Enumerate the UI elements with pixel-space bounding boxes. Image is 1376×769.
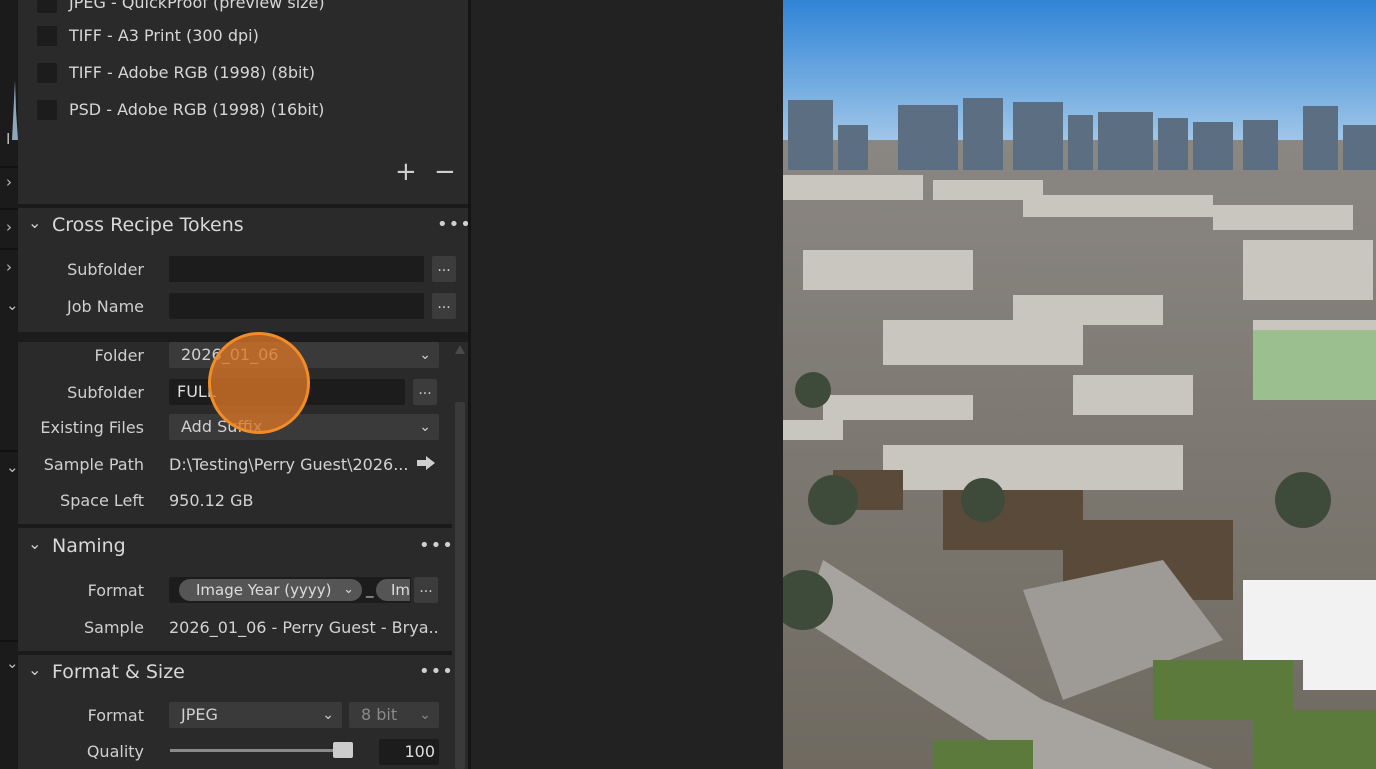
job-name-field[interactable] [169,293,424,319]
output-subfolder-browse-button[interactable]: ... [413,379,437,405]
recipe-label: JPEG - QuickProof (preview size) [69,0,325,12]
recipe-label: TIFF - Adobe RGB (1998) (8bit) [69,63,315,82]
naming-sample-value: 2026_01_06 - Perry Guest - Brya... [169,618,439,637]
image-viewer[interactable] [783,0,1376,769]
quality-label: Quality [86,742,144,761]
recipe-checkbox[interactable] [37,100,57,120]
chevron-down-icon[interactable]: ⌄ [6,656,19,671]
quality-slider-track[interactable] [170,749,340,752]
more-options-button[interactable]: ••• [419,535,454,556]
panel-scrollbar[interactable] [454,340,466,769]
chevron-right-icon[interactable]: › [6,220,12,235]
left-tool-strip: I › › › ⌄ ⌄ ⌄ [0,0,19,769]
viewer-background [471,0,783,769]
folder-label: Folder [94,346,144,365]
recipe-checkbox[interactable] [37,63,57,83]
file-format-value: JPEG [181,705,218,724]
recipe-checkbox[interactable] [37,26,57,46]
chevron-down-icon[interactable]: ⌄ [6,298,19,313]
sample-path-label: Sample Path [43,455,144,474]
bit-depth-value: 8 bit [361,705,398,724]
remove-recipe-button[interactable]: − [434,159,456,185]
subfolder-label: Subfolder [67,260,144,279]
scrollbar-thumb[interactable] [455,402,465,769]
chevron-down-icon: ⌄ [419,419,431,435]
section-title-format-size[interactable]: Format & Size [52,661,185,683]
token-image-second[interactable]: Im [376,579,410,601]
scroll-up-arrow-icon[interactable] [455,345,465,354]
chevron-down-icon: ⌄ [419,707,431,723]
job-name-label: Job Name [67,297,144,316]
recipe-label: PSD - Adobe RGB (1998) (16bit) [69,100,325,119]
aerial-city-photo [783,0,1376,769]
quality-slider-thumb[interactable] [333,742,353,758]
naming-format-browse-button[interactable]: ... [414,577,438,603]
section-title-naming[interactable]: Naming [52,535,126,557]
more-options-button[interactable]: ••• [419,661,454,682]
chevron-down-icon[interactable]: ⌄ [28,534,41,553]
quality-input[interactable]: 100 [379,739,439,765]
job-name-browse-button[interactable]: ... [432,293,456,319]
more-options-button[interactable]: ••• [437,214,472,235]
token-label: Image Year (yyyy) [196,581,332,599]
chevron-down-icon: ⌄ [419,347,431,363]
bit-depth-select[interactable]: 8 bit ⌄ [349,702,439,728]
naming-format-label: Format [87,581,144,600]
chevron-down-icon[interactable]: ⌄ [28,660,41,679]
token-subfolder-browse-button[interactable]: ... [432,256,456,282]
chevron-down-icon: ⌄ [343,582,354,597]
chevron-down-icon[interactable]: ⌄ [28,213,41,232]
chevron-right-icon[interactable]: › [6,260,12,275]
subfolder-label: Subfolder [67,383,144,402]
recipe-checkbox[interactable] [37,0,57,13]
add-recipe-button[interactable]: + [395,159,417,185]
token-subfolder-field[interactable] [169,256,424,282]
chevron-right-icon[interactable]: › [6,175,12,190]
token-image-year[interactable]: Image Year (yyyy) ⌄ [179,579,362,601]
existing-files-label: Existing Files [40,418,144,437]
section-title-cross-recipe[interactable]: Cross Recipe Tokens [52,214,244,236]
click-indicator [208,332,310,434]
naming-sample-label: Sample [84,618,144,637]
chevron-down-icon: ⌄ [322,707,334,723]
token-separator: _ [366,580,374,598]
file-format-select[interactable]: JPEG ⌄ [169,702,342,728]
existing-files-select[interactable]: Add Suffix ⌄ [169,414,439,440]
collapse-marker-icon: I [6,130,11,148]
space-left-label: Space Left [60,491,144,510]
reveal-arrow-icon[interactable] [416,455,436,471]
space-left-value: 950.12 GB [169,491,254,510]
recipe-label: TIFF - A3 Print (300 dpi) [69,26,259,45]
chevron-down-icon[interactable]: ⌄ [6,460,19,475]
file-format-label: Format [87,706,144,725]
sample-path-value: D:\Testing\Perry Guest\2026... [169,455,409,474]
